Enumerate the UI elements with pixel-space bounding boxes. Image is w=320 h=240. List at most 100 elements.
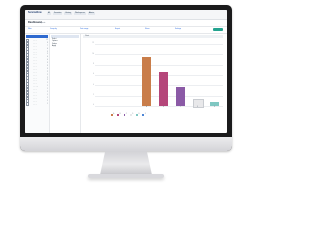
x-tick-label: E — [214, 107, 215, 108]
sidebar-item-count: 3 — [47, 65, 48, 67]
x-tick-label: D — [196, 107, 198, 108]
sidebar-item-count: 1 — [47, 86, 48, 88]
sidebar-item-label: Category S — [30, 91, 38, 93]
sidebar-item-label: Category J — [30, 65, 38, 67]
option-values[interactable]: Values — [52, 44, 78, 45]
legend-item[interactable]: F — [142, 114, 146, 116]
sidebar-item-count: 1 — [47, 97, 48, 99]
gridline — [95, 64, 223, 66]
option-apply[interactable]: Apply — [52, 46, 78, 47]
sidebar-item-count: 6 — [47, 48, 48, 50]
sidebar-item-label: Category K — [30, 68, 38, 70]
sidebar-item-count: 5 — [47, 54, 48, 56]
top-bar: ServiceNow All Favorites History Workspa… — [25, 10, 227, 20]
sidebar-item-label: Category W — [30, 103, 39, 105]
sidebar-item-label: Category F — [30, 54, 38, 56]
option-options[interactable]: Options — [52, 41, 78, 42]
filter-bar: Filter Group by Date range Export Share … — [25, 27, 227, 34]
sidebar-item-count: 2 — [47, 74, 48, 76]
chart-bar[interactable] — [176, 87, 185, 106]
date-range-link[interactable]: Date range — [80, 28, 88, 30]
panel-header-label: Chart — [85, 35, 89, 37]
sidebar-item-count: 1 — [47, 103, 48, 105]
page-subtitle: Reports — [39, 21, 46, 24]
sidebar-item-label: Category R — [30, 89, 38, 91]
sidebar-item-label: Category H — [30, 60, 38, 62]
primary-action-button[interactable] — [213, 28, 223, 31]
nav-item-admin[interactable]: Admin — [87, 12, 95, 15]
options-column-header — [51, 35, 79, 38]
legend-label: C — [125, 114, 127, 116]
legend-label: D — [132, 114, 134, 116]
top-nav: All Favorites History Workspaces Admin — [47, 12, 95, 15]
legend-item[interactable]: C — [123, 114, 127, 116]
sidebar-item-label: Category M — [30, 74, 39, 76]
sidebar-item-count: 7 — [47, 45, 48, 47]
monitor: ServiceNow All Favorites History Workspa… — [20, 5, 232, 151]
share-link[interactable]: Share — [145, 28, 150, 30]
sidebar-list: Category A 1 2 Category B 9 Category C 7 Catego… — [25, 38, 49, 106]
chart-bar[interactable] — [210, 102, 219, 106]
legend-item[interactable]: A — [111, 114, 114, 116]
sidebar-item-count: 2 — [47, 77, 48, 79]
sidebar-item-count: 3 — [47, 63, 48, 65]
legend-item[interactable]: E — [136, 114, 139, 116]
monitor-chin — [20, 137, 232, 151]
sidebar-item-count: 5 — [47, 51, 48, 53]
sidebar-item-label: Category P — [30, 83, 38, 85]
screen: ServiceNow All Favorites History Workspa… — [25, 10, 227, 133]
sidebar-header — [26, 35, 48, 38]
sidebar-item-label: Category I — [30, 63, 38, 65]
group-by-link[interactable]: Group by — [50, 28, 57, 30]
nav-item-workspaces[interactable]: Workspaces — [73, 12, 86, 15]
sidebar-item-label: Category N — [30, 77, 38, 79]
chart-legend: A B C D E F — [111, 114, 146, 116]
sidebar-item-label: Category D — [30, 48, 38, 50]
sidebar-item-label: Category L — [30, 71, 38, 73]
sidebar-item-label: Category G — [30, 57, 39, 59]
gridline — [95, 44, 223, 45]
chart-panel: Chart 0 2 4 6 8 10 12 A B C D E F A B C D E F — [81, 34, 227, 133]
nav-item-all[interactable]: All — [47, 12, 51, 15]
options-column: Select Options Values Apply — [50, 34, 81, 133]
nav-item-history[interactable]: History — [64, 12, 72, 15]
sidebar-item-count: 1 — [47, 83, 48, 85]
legend-label: F — [144, 114, 146, 116]
y-tick-label: 6 — [93, 74, 94, 76]
legend-item[interactable]: D — [129, 114, 134, 116]
filter-link[interactable]: Filter — [28, 28, 32, 30]
gridline — [95, 54, 223, 56]
x-tick-label: F — [225, 107, 228, 108]
x-tick-label: A — [146, 107, 147, 108]
x-tick-label: B — [163, 107, 164, 108]
sidebar-item-label: Category U — [30, 97, 38, 99]
sidebar-item-label: Category O — [30, 80, 39, 82]
y-tick-label: 12 — [92, 43, 94, 45]
sidebar-item-count: 2 — [47, 80, 48, 82]
sidebar-item-label: Category B — [30, 42, 38, 44]
export-link[interactable]: Export — [115, 28, 120, 30]
monitor-base — [88, 174, 164, 178]
chart-bar[interactable] — [159, 72, 168, 106]
sidebar-item[interactable]: Category W 1 — [25, 102, 49, 106]
sidebar-item-label: Category V — [30, 100, 38, 102]
y-tick-label: 10 — [92, 53, 94, 55]
sidebar-item-count: 4 — [47, 60, 48, 62]
sidebar-item-count: 1 — [47, 91, 48, 93]
x-tick-label: C — [179, 107, 181, 108]
y-tick-label: 2 — [93, 94, 94, 96]
sidebar-item-count: 2 — [47, 71, 48, 73]
checkbox[interactable] — [26, 102, 30, 106]
sidebar: Category A 1 2 Category B 9 Category C 7 Catego… — [25, 34, 50, 133]
sidebar-item-label: Category A — [30, 39, 38, 41]
sidebar-item-count: 4 — [47, 57, 48, 59]
sidebar-item-count: 9 — [47, 42, 48, 44]
legend-item[interactable]: B — [117, 114, 121, 116]
chart-bar[interactable] — [142, 56, 151, 106]
sidebar-item-label: Category T — [30, 94, 38, 96]
nav-item-favorites[interactable]: Favorites — [53, 12, 63, 15]
sidebar-item-label: Category C — [30, 45, 38, 47]
settings-link[interactable]: Settings — [175, 28, 181, 30]
legend-label: B — [119, 114, 121, 116]
y-tick-label: 4 — [93, 84, 94, 86]
